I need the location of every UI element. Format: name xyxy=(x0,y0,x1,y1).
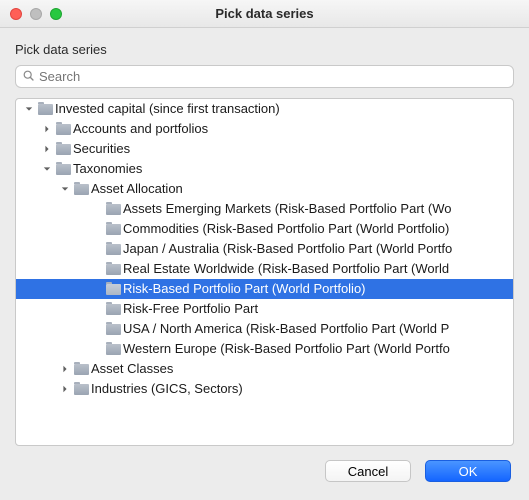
tree-row-label: Asset Classes xyxy=(90,359,173,379)
folder-icon xyxy=(104,264,122,275)
folder-icon xyxy=(54,164,72,175)
tree-row[interactable]: USA / North America (Risk-Based Portfoli… xyxy=(16,319,513,339)
cancel-button[interactable]: Cancel xyxy=(325,460,411,482)
tree-row-label: Japan / Australia (Risk-Based Portfolio … xyxy=(122,239,452,259)
tree-row-label: Assets Emerging Markets (Risk-Based Port… xyxy=(122,199,451,219)
folder-icon xyxy=(104,204,122,215)
tree-row-label: Commodities (Risk-Based Portfolio Part (… xyxy=(122,219,449,239)
disclosure-right-icon[interactable] xyxy=(58,385,72,393)
titlebar: Pick data series xyxy=(0,0,529,28)
disclosure-down-icon[interactable] xyxy=(40,165,54,173)
folder-icon xyxy=(54,144,72,155)
tree-row-label: Western Europe (Risk-Based Portfolio Par… xyxy=(122,339,450,359)
folder-icon xyxy=(104,324,122,335)
tree-row-label: Asset Allocation xyxy=(90,179,183,199)
tree-row[interactable]: Asset Allocation xyxy=(16,179,513,199)
tree-row[interactable]: Industries (GICS, Sectors) xyxy=(16,379,513,399)
tree-row[interactable]: Western Europe (Risk-Based Portfolio Par… xyxy=(16,339,513,359)
tree-row[interactable]: Real Estate Worldwide (Risk-Based Portfo… xyxy=(16,259,513,279)
disclosure-right-icon[interactable] xyxy=(40,125,54,133)
folder-icon xyxy=(104,344,122,355)
search-icon xyxy=(22,69,35,85)
tree-row[interactable]: Japan / Australia (Risk-Based Portfolio … xyxy=(16,239,513,259)
ok-button[interactable]: OK xyxy=(425,460,511,482)
tree-row-label: Securities xyxy=(72,139,130,159)
tree-row-label: Risk-Free Portfolio Part xyxy=(122,299,258,319)
tree-row[interactable]: Asset Classes xyxy=(16,359,513,379)
tree-row-label: USA / North America (Risk-Based Portfoli… xyxy=(122,319,449,339)
tree-row[interactable]: Taxonomies xyxy=(16,159,513,179)
folder-icon xyxy=(72,364,90,375)
folder-icon xyxy=(104,304,122,315)
tree-row-label: Accounts and portfolios xyxy=(72,119,208,139)
tree-row[interactable]: Assets Emerging Markets (Risk-Based Port… xyxy=(16,199,513,219)
dialog-body: Pick data series Invested capital (since… xyxy=(0,28,529,446)
tree-row[interactable]: Risk-Based Portfolio Part (World Portfol… xyxy=(16,279,513,299)
tree-row[interactable]: Invested capital (since first transactio… xyxy=(16,99,513,119)
folder-icon xyxy=(104,224,122,235)
window-controls xyxy=(0,8,62,20)
zoom-icon[interactable] xyxy=(50,8,62,20)
tree-row[interactable]: Accounts and portfolios xyxy=(16,119,513,139)
tree-row-label: Real Estate Worldwide (Risk-Based Portfo… xyxy=(122,259,449,279)
folder-icon xyxy=(54,124,72,135)
folder-icon xyxy=(36,104,54,115)
minimize-icon[interactable] xyxy=(30,8,42,20)
folder-icon xyxy=(104,244,122,255)
tree-row-label: Industries (GICS, Sectors) xyxy=(90,379,243,399)
section-label: Pick data series xyxy=(15,42,514,57)
button-bar: Cancel OK xyxy=(0,446,529,496)
folder-icon xyxy=(72,384,90,395)
search-field[interactable] xyxy=(15,65,514,88)
disclosure-down-icon[interactable] xyxy=(22,105,36,113)
folder-icon xyxy=(72,184,90,195)
tree-row[interactable]: Securities xyxy=(16,139,513,159)
window-title: Pick data series xyxy=(0,6,529,21)
folder-icon xyxy=(104,284,122,295)
tree-row-label: Taxonomies xyxy=(72,159,142,179)
tree-row[interactable]: Risk-Free Portfolio Part xyxy=(16,299,513,319)
search-input[interactable] xyxy=(35,69,507,84)
tree-view[interactable]: Invested capital (since first transactio… xyxy=(15,98,514,446)
disclosure-down-icon[interactable] xyxy=(58,185,72,193)
tree-row[interactable]: Commodities (Risk-Based Portfolio Part (… xyxy=(16,219,513,239)
disclosure-right-icon[interactable] xyxy=(40,145,54,153)
close-icon[interactable] xyxy=(10,8,22,20)
tree-row-label: Invested capital (since first transactio… xyxy=(54,99,280,119)
tree-row-label: Risk-Based Portfolio Part (World Portfol… xyxy=(122,279,366,299)
disclosure-right-icon[interactable] xyxy=(58,365,72,373)
